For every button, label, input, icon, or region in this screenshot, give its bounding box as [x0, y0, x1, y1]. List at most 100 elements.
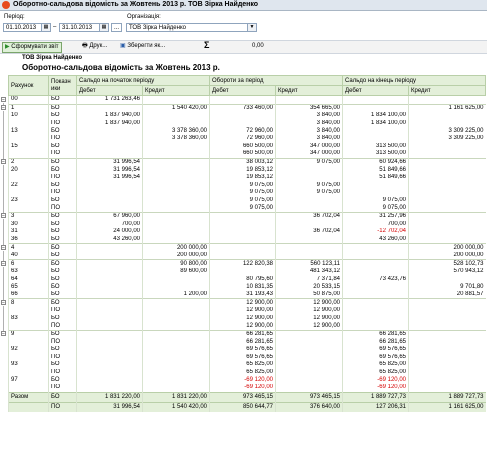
cell-indicator[interactable]: ПО	[48, 353, 77, 362]
table-row[interactable]: ПО 9 075,00 9 075,00	[8, 189, 486, 197]
cell-amount[interactable]: 3 840,00	[275, 112, 343, 120]
cell-account[interactable]: 13	[8, 127, 49, 135]
cell-indicator[interactable]: БО	[48, 243, 77, 252]
table-row[interactable]: ПО 12 900,00 12 900,00	[8, 307, 486, 315]
cell-amount[interactable]	[76, 103, 143, 113]
cell-amount[interactable]: 66 281,65	[342, 329, 409, 339]
cell-account[interactable]	[8, 204, 49, 213]
cell-amount[interactable]	[76, 150, 143, 159]
cell-amount[interactable]: 1 161 625,00	[408, 103, 486, 113]
cell-account[interactable]: 20	[8, 166, 49, 174]
cell-amount[interactable]	[408, 322, 486, 331]
cell-amount[interactable]	[275, 383, 343, 393]
cell-amount[interactable]: 3 840,00	[275, 119, 343, 128]
cell-account[interactable]: 1	[8, 103, 49, 113]
cell-indicator[interactable]: ПО	[48, 383, 77, 393]
cell-amount[interactable]	[76, 346, 143, 354]
cell-amount[interactable]: 69 576,65	[342, 353, 409, 362]
cell-amount[interactable]: 9 701,80	[408, 283, 486, 291]
calendar-icon[interactable]: ▦	[99, 24, 108, 31]
cell-amount[interactable]	[142, 112, 210, 120]
cell-amount[interactable]: 1 831 220,00	[76, 391, 143, 403]
cell-amount[interactable]	[342, 259, 409, 269]
cell-amount[interactable]: 7 371,84	[275, 275, 343, 284]
cell-amount[interactable]	[342, 181, 409, 190]
cell-amount[interactable]	[408, 211, 486, 221]
cell-amount[interactable]	[408, 329, 486, 339]
cell-amount[interactable]	[408, 142, 486, 151]
cell-indicator[interactable]: БО	[48, 196, 77, 205]
cell-amount[interactable]: 1 837 940,00	[76, 112, 143, 120]
collapse-group-toggle[interactable]: −	[1, 331, 6, 337]
cell-amount[interactable]: 200 000,00	[142, 251, 210, 260]
cell-amount[interactable]	[76, 275, 143, 284]
cell-account[interactable]: 30	[8, 220, 49, 229]
cell-account[interactable]: 10	[8, 112, 49, 120]
table-row[interactable]: 1 БО 1 540 420,00 733 460,00 354 665,00 1 161…	[8, 103, 486, 113]
cell-amount[interactable]: -12 702,04	[342, 228, 409, 236]
cell-account[interactable]: 4	[8, 243, 49, 252]
cell-indicator[interactable]: ПО	[48, 173, 77, 182]
cell-amount[interactable]: 660 500,00	[209, 150, 276, 159]
cell-amount[interactable]	[275, 173, 343, 182]
total-row[interactable]: ПО 31 996,54 1 540 420,00 850 644,77 376 640…	[8, 401, 486, 412]
header-account[interactable]: Рахунок	[8, 75, 49, 96]
chevron-down-icon[interactable]: ▼	[247, 24, 256, 31]
cell-amount[interactable]: 9 075,00	[275, 189, 343, 197]
cell-amount[interactable]: 3 840,00	[275, 127, 343, 135]
cell-amount[interactable]: 1 540 420,00	[142, 401, 210, 412]
cell-amount[interactable]: 36 702,04	[275, 228, 343, 236]
header-turnover-credit[interactable]: Кредит	[275, 85, 343, 96]
cell-amount[interactable]	[408, 338, 486, 346]
cell-amount[interactable]	[209, 268, 276, 276]
cell-indicator[interactable]: ПО	[48, 401, 77, 412]
cell-indicator[interactable]: ПО	[48, 322, 77, 331]
cell-indicator[interactable]: БО	[48, 157, 77, 167]
cell-amount[interactable]: 9 075,00	[275, 157, 343, 167]
cell-amount[interactable]: 700,00	[342, 220, 409, 229]
cell-account[interactable]	[8, 338, 49, 346]
cell-amount[interactable]	[209, 112, 276, 120]
cell-amount[interactable]: 10 831,35	[209, 283, 276, 291]
cell-amount[interactable]	[408, 275, 486, 284]
cell-amount[interactable]	[275, 95, 343, 105]
table-row[interactable]: 9 БО 66 281,65 66 281,65	[8, 329, 486, 339]
cell-amount[interactable]	[408, 383, 486, 393]
cell-amount[interactable]	[142, 150, 210, 159]
table-row[interactable]: 83 БО 12 900,00 12 900,00	[8, 314, 486, 323]
cell-amount[interactable]	[76, 189, 143, 197]
cell-amount[interactable]	[408, 95, 486, 105]
cell-amount[interactable]	[408, 376, 486, 384]
cell-amount[interactable]	[76, 134, 143, 143]
cell-amount[interactable]	[209, 243, 276, 252]
cell-amount[interactable]: 72 960,00	[209, 127, 276, 135]
header-indicator[interactable]: Показн ики	[48, 75, 77, 96]
cell-amount[interactable]: 560 123,11	[275, 259, 343, 269]
cell-amount[interactable]	[275, 251, 343, 260]
cell-amount[interactable]	[275, 204, 343, 213]
cell-amount[interactable]	[76, 142, 143, 151]
cell-amount[interactable]: 73 423,76	[342, 275, 409, 284]
cell-amount[interactable]	[342, 322, 409, 331]
cell-account[interactable]	[8, 307, 49, 315]
cell-amount[interactable]: 3 309 225,00	[408, 134, 486, 143]
cell-account[interactable]: 83	[8, 314, 49, 323]
cell-amount[interactable]	[142, 211, 210, 221]
collapse-group-toggle[interactable]: −	[1, 96, 6, 102]
cell-amount[interactable]	[76, 383, 143, 393]
header-closing-credit[interactable]: Кредит	[408, 85, 486, 96]
cell-indicator[interactable]: БО	[48, 103, 77, 113]
cell-amount[interactable]	[408, 150, 486, 159]
table-row[interactable]: ПО 65 825,00 65 825,00	[8, 368, 486, 377]
period-select-button[interactable]: ...	[111, 23, 122, 32]
cell-account[interactable]: 8	[8, 298, 49, 308]
cell-amount[interactable]: 200 000,00	[408, 243, 486, 252]
cell-account[interactable]: 40	[8, 251, 49, 260]
cell-amount[interactable]	[142, 329, 210, 339]
cell-amount[interactable]	[76, 268, 143, 276]
cell-amount[interactable]	[76, 322, 143, 331]
cell-amount[interactable]	[342, 298, 409, 308]
cell-amount[interactable]	[142, 220, 210, 229]
collapse-group-toggle[interactable]: −	[1, 244, 6, 250]
cell-amount[interactable]: 80 795,60	[209, 275, 276, 284]
